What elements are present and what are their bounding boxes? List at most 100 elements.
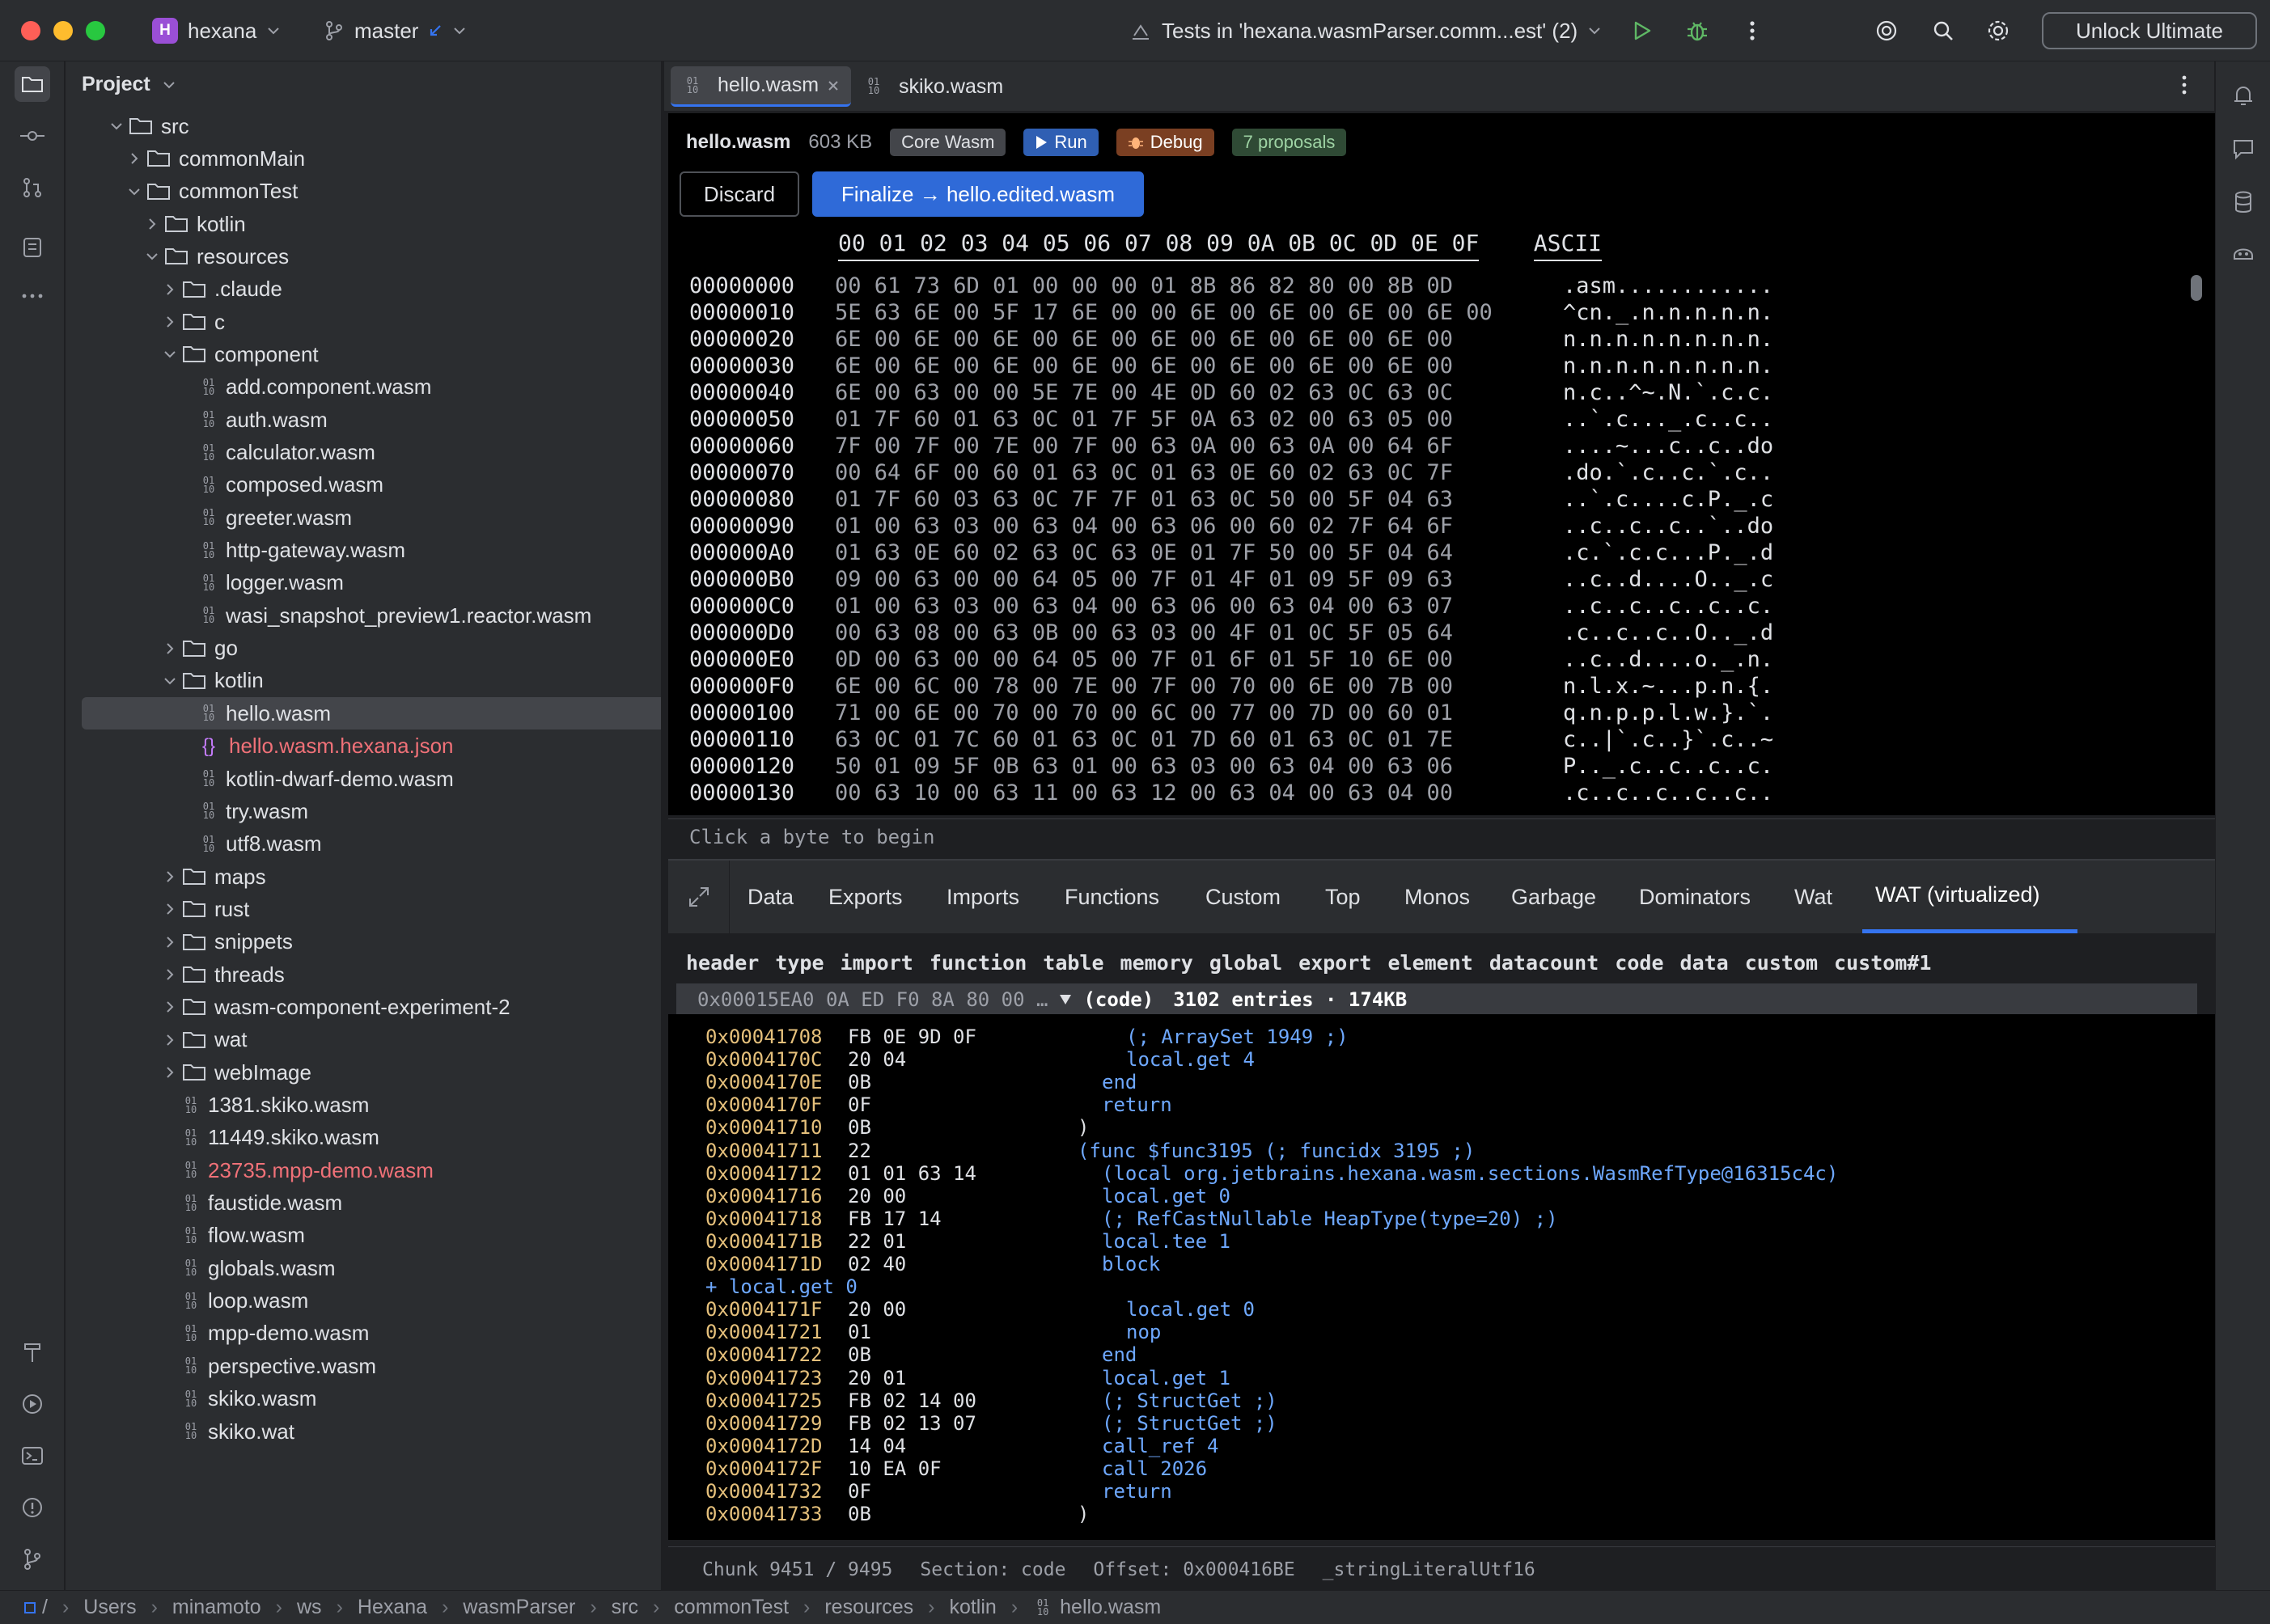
breadcrumb-item[interactable]: / xyxy=(24,1596,48,1619)
hex-row[interactable]: 00000080 01 7F 60 03 63 0C 7F 7F 01 63 0C… xyxy=(689,486,1773,513)
hex-row[interactable]: 00000130 00 63 10 00 63 11 00 63 12 00 63… xyxy=(689,780,1773,806)
breadcrumb-item[interactable]: minamoto xyxy=(172,1596,261,1619)
tab-top[interactable]: Top xyxy=(1312,861,1388,933)
hex-ascii[interactable]: q.n.p.p.l.w.}.`. xyxy=(1563,700,1773,726)
hex-bytes[interactable]: 50 01 09 5F 0B 63 01 00 63 03 00 63 04 0… xyxy=(835,753,1563,780)
hex-row[interactable]: 00000090 01 00 63 03 00 63 04 00 63 06 00… xyxy=(689,513,1773,539)
hex-bytes[interactable]: 01 00 63 03 00 63 04 00 63 06 00 60 02 7… xyxy=(835,513,1563,539)
tree-item[interactable]: 01 10 11449.skiko.wasm xyxy=(82,1122,661,1154)
hex-row[interactable]: 000000B0 09 00 63 00 00 64 05 00 7F 01 4F… xyxy=(689,566,1773,593)
chevron-right-icon[interactable] xyxy=(159,870,180,883)
wat-line[interactable]: 0x00041721 01 nop xyxy=(668,1321,2215,1343)
tree-item[interactable]: {} hello.wasm.hexana.json xyxy=(82,730,661,763)
wat-line[interactable]: 0x0004170E 0B end xyxy=(668,1071,2215,1093)
wat-line[interactable]: 0x00041722 0B end xyxy=(668,1343,2215,1366)
copilot-icon[interactable] xyxy=(2227,236,2259,269)
tree-item[interactable]: commonMain xyxy=(82,142,661,175)
section-link[interactable]: table xyxy=(1043,951,1103,975)
run-button[interactable]: Run xyxy=(1023,129,1099,156)
section-link[interactable]: global xyxy=(1209,951,1282,975)
hex-ascii[interactable]: n.l.x.~...p.n.{. xyxy=(1563,673,1773,700)
database-icon[interactable] xyxy=(2227,186,2259,218)
hex-ascii[interactable]: P.._.c..c..c..c. xyxy=(1563,753,1773,780)
hex-bytes[interactable]: 63 0C 01 7C 60 01 63 0C 01 7D 60 01 63 0… xyxy=(835,726,1563,753)
tree-item[interactable]: .claude xyxy=(82,273,661,306)
breadcrumb-item[interactable]: Hexana xyxy=(358,1596,427,1619)
tree-item[interactable]: kotlin xyxy=(82,665,661,697)
wat-line[interactable]: 0x00041732 0F return xyxy=(668,1480,2215,1503)
git-tool-button[interactable] xyxy=(15,1542,50,1577)
hex-bytes[interactable]: 6E 00 6E 00 6E 00 6E 00 6E 00 6E 00 6E 0… xyxy=(835,326,1563,353)
hex-ascii[interactable]: .c..c..c..c..c.. xyxy=(1563,780,1773,806)
tree-item[interactable]: 01 10 skiko.wat xyxy=(82,1415,661,1448)
hex-row[interactable]: 00000070 00 64 6F 00 60 01 63 0C 01 63 0E… xyxy=(689,459,1773,486)
hex-ascii[interactable]: n.n.n.n.n.n.n.n. xyxy=(1563,353,1773,379)
tree-item[interactable]: 01 10 add.component.wasm xyxy=(82,371,661,404)
chevron-down-icon[interactable] xyxy=(106,120,127,133)
tree-item[interactable]: 01 10 composed.wasm xyxy=(82,469,661,501)
section-link[interactable]: import xyxy=(841,951,913,975)
pull-requests-tool-button[interactable] xyxy=(15,170,50,205)
tab-dominators[interactable]: Dominators xyxy=(1626,861,1778,933)
hex-ascii[interactable]: ^cn._.n.n.n.n.n. xyxy=(1563,299,1773,326)
tree-item[interactable]: 01 10 calculator.wasm xyxy=(82,437,661,469)
close-window-button[interactable] xyxy=(21,21,40,40)
hex-ascii[interactable]: .c..c..c..O.._.d xyxy=(1563,620,1773,646)
tree-item[interactable]: wat xyxy=(82,1024,661,1056)
wat-line[interactable]: 0x0004170F 0F return xyxy=(668,1093,2215,1116)
hex-ascii[interactable]: .asm............ xyxy=(1563,273,1773,299)
tab-hello-wasm[interactable]: 01 10 hello.wasm xyxy=(671,66,852,107)
hex-bytes[interactable]: 71 00 6E 00 70 00 70 00 6C 00 77 00 7D 0… xyxy=(835,700,1563,726)
tree-item[interactable]: wasm-component-experiment-2 xyxy=(82,991,661,1023)
tree-item[interactable]: commonTest xyxy=(82,176,661,208)
code-section-bar[interactable]: 0x00015EA0 0A ED F0 8A 80 00 … (code) 31… xyxy=(676,983,2197,1016)
editor-tabs-menu-icon[interactable] xyxy=(2172,73,2196,101)
tab-functions[interactable]: Functions xyxy=(1052,861,1189,933)
hex-bytes[interactable]: 01 7F 60 01 63 0C 01 7F 5F 0A 63 02 00 6… xyxy=(835,406,1563,433)
tab-monos[interactable]: Monos xyxy=(1391,861,1495,933)
branch-switcher[interactable]: master xyxy=(324,15,467,47)
tree-item[interactable]: 01 10 hello.wasm xyxy=(82,697,661,730)
project-switcher[interactable]: H hexana xyxy=(152,15,281,47)
tree-item[interactable]: 01 10 1381.skiko.wasm xyxy=(82,1089,661,1122)
tree-item[interactable]: threads xyxy=(82,958,661,991)
wat-line[interactable]: 0x00041729 FB 02 13 07 (; StructGet ;) xyxy=(668,1412,2215,1435)
section-link[interactable]: datacount xyxy=(1489,951,1599,975)
hex-row[interactable]: 000000A0 01 63 0E 60 02 63 0C 63 0E 01 7F… xyxy=(689,539,1773,566)
ai-assistant-icon[interactable] xyxy=(1872,16,1901,45)
discard-button[interactable]: Discard xyxy=(680,171,799,217)
tree-item[interactable]: 01 10 logger.wasm xyxy=(82,567,661,599)
debug-button[interactable]: Debug xyxy=(1116,129,1214,156)
hex-row[interactable]: 000000E0 0D 00 63 00 00 64 05 00 7F 01 6F… xyxy=(689,646,1773,673)
hex-bytes[interactable]: 01 00 63 03 00 63 04 00 63 06 00 63 04 0… xyxy=(835,593,1563,620)
tab-custom[interactable]: Custom xyxy=(1192,861,1309,933)
hex-row[interactable]: 000000F0 6E 00 6C 00 78 00 7E 00 7F 00 70… xyxy=(689,673,1773,700)
hex-bytes[interactable]: 5E 63 6E 00 5F 17 6E 00 00 6E 00 6E 00 6… xyxy=(835,299,1563,326)
hex-row[interactable]: 00000000 00 61 73 6D 01 00 00 00 01 8B 86… xyxy=(689,273,1773,299)
hex-rows[interactable]: 00000000 00 61 73 6D 01 00 00 00 01 8B 86… xyxy=(689,273,1773,806)
hex-ascii[interactable]: n.c..^~.N.`.c.c. xyxy=(1563,379,1773,406)
hex-ascii[interactable]: ..c..c..c..`..do xyxy=(1563,513,1773,539)
tree-item[interactable]: 01 10 globals.wasm xyxy=(82,1252,661,1284)
wat-inserted-line[interactable]: + local.get 0 xyxy=(668,1275,2215,1298)
section-link[interactable]: memory xyxy=(1120,951,1193,975)
breadcrumb-item[interactable]: commonTest xyxy=(674,1596,789,1619)
section-link[interactable]: element xyxy=(1387,951,1472,975)
breadcrumb-item[interactable]: ws xyxy=(297,1596,322,1619)
tree-item[interactable]: 01 10 try.wasm xyxy=(82,795,661,827)
chevron-right-icon[interactable] xyxy=(124,152,145,165)
zoom-window-button[interactable] xyxy=(86,21,105,40)
tree-item[interactable]: kotlin xyxy=(82,208,661,240)
hex-row[interactable]: 00000040 6E 00 63 00 00 5E 7E 00 4E 0D 60… xyxy=(689,379,1773,406)
ai-chat-icon[interactable] xyxy=(2227,133,2259,165)
tab-wat-virtualized[interactable]: WAT (virtualized) xyxy=(1862,861,2077,933)
commit-tool-button[interactable] xyxy=(15,118,50,154)
tree-item[interactable]: 01 10 mpp-demo.wasm xyxy=(82,1317,661,1350)
settings-gear-icon[interactable] xyxy=(1984,16,2013,45)
hex-row[interactable]: 00000050 01 7F 60 01 63 0C 01 7F 5F 0A 63… xyxy=(689,406,1773,433)
wat-line[interactable]: 0x0004172F 10 EA 0F call 2026 xyxy=(668,1457,2215,1480)
chevron-down-icon[interactable] xyxy=(142,250,163,263)
more-tools-button[interactable] xyxy=(15,278,50,314)
hex-bytes[interactable]: 00 63 10 00 63 11 00 63 12 00 63 04 00 6… xyxy=(835,780,1563,806)
wat-listing[interactable]: 0x00041708 FB 0E 9D 0F (; ArraySet 1949 ;)… xyxy=(668,1014,2215,1540)
